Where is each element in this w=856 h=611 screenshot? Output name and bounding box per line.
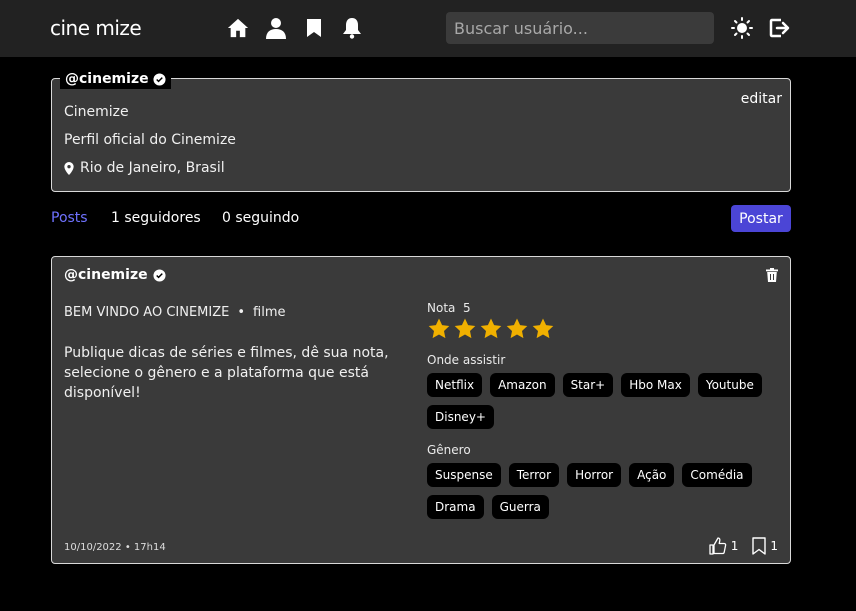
platform-tag[interactable]: Disney+: [427, 405, 494, 429]
platform-tag[interactable]: Star+: [562, 373, 614, 397]
post-details: Nota 5 Onde assistir Netflix Amazon Star+ H…: [427, 301, 777, 519]
bookmark-icon[interactable]: [302, 16, 326, 40]
delete-post-icon[interactable]: [766, 267, 778, 286]
post-author-handle: @cinemize: [64, 267, 148, 283]
profile-handle-text: @cinemize: [65, 71, 149, 87]
genre-tag[interactable]: Ação: [629, 463, 675, 487]
tab-followers[interactable]: 1 seguidores: [111, 210, 201, 226]
platform-tag[interactable]: Hbo Max: [621, 373, 690, 397]
theme-toggle-icon[interactable]: [730, 16, 754, 40]
tab-posts[interactable]: Posts: [51, 210, 88, 226]
post-title: BEM VINDO AO CINEMIZE: [64, 305, 230, 320]
profile-location: Rio de Janeiro, Brasil: [64, 160, 225, 176]
verified-icon: [153, 268, 166, 282]
profile-handle: @cinemize: [60, 69, 171, 89]
like-button[interactable]: 1: [709, 537, 739, 555]
where-to-watch-label: Onde assistir: [427, 353, 506, 367]
star-icon: [454, 318, 476, 339]
logo[interactable]: cine mize: [50, 16, 142, 40]
post-date: 10/10/2022 • 17h14: [64, 542, 166, 553]
thumbs-up-icon: [709, 537, 727, 555]
edit-profile-link[interactable]: editar: [741, 91, 782, 107]
genre-tags: Suspense Terror Horror Ação Comédia Drama Guer…: [427, 463, 777, 519]
post-card: @cinemize BEM VINDO AO CINEMIZE • filme …: [51, 256, 791, 564]
home-icon[interactable]: [226, 16, 250, 40]
bell-icon[interactable]: [340, 16, 364, 40]
tab-following[interactable]: 0 seguindo: [222, 210, 299, 226]
genre-tag[interactable]: Guerra: [491, 495, 549, 519]
post-actions: 1 1: [709, 537, 778, 555]
rating-stars: [427, 317, 777, 343]
bookmark-outline-icon: [752, 537, 767, 555]
genre-tag[interactable]: Drama: [427, 495, 484, 519]
rating-row: Nota 5: [427, 301, 777, 315]
genre-tag[interactable]: Suspense: [427, 463, 501, 487]
platform-tag[interactable]: Netflix: [427, 373, 483, 397]
rating-value: 5: [463, 301, 471, 315]
star-icon: [428, 318, 450, 339]
like-count: 1: [730, 539, 739, 553]
save-button[interactable]: 1: [752, 537, 778, 555]
profile-name: Cinemize: [64, 104, 129, 120]
genre-tag[interactable]: Horror: [567, 463, 622, 487]
profile-card: @cinemize editar Cinemize Perfil oficial…: [51, 69, 791, 192]
logout-icon[interactable]: [768, 16, 792, 40]
post-description: Publique dicas de séries e filmes, dê su…: [64, 345, 389, 401]
star-icon: [532, 318, 554, 339]
genre-tag[interactable]: Comédia: [682, 463, 752, 487]
location-pin-icon: [64, 161, 74, 175]
profile-location-text: Rio de Janeiro, Brasil: [80, 160, 225, 176]
platform-tag[interactable]: Amazon: [490, 373, 555, 397]
profile-bio: Perfil oficial do Cinemize: [64, 132, 236, 148]
post-heading: BEM VINDO AO CINEMIZE • filme: [64, 305, 286, 320]
platform-tags: Netflix Amazon Star+ Hbo Max Youtube Disney+: [427, 373, 777, 429]
star-icon: [506, 318, 528, 339]
user-icon[interactable]: [264, 16, 288, 40]
rating-label: Nota: [427, 301, 456, 315]
save-count: 1: [770, 539, 778, 553]
post-author[interactable]: @cinemize: [64, 267, 166, 283]
top-bar: cine mize: [0, 0, 856, 57]
platform-tag[interactable]: Youtube: [697, 373, 762, 397]
create-post-button[interactable]: Postar: [731, 205, 791, 232]
genre-tag[interactable]: Terror: [508, 463, 560, 487]
post-type: filme: [253, 305, 286, 320]
genre-label: Gênero: [427, 443, 471, 457]
star-icon: [480, 318, 502, 339]
verified-icon: [153, 72, 166, 86]
post-title-separator: •: [237, 305, 246, 320]
search-input[interactable]: [446, 12, 714, 44]
